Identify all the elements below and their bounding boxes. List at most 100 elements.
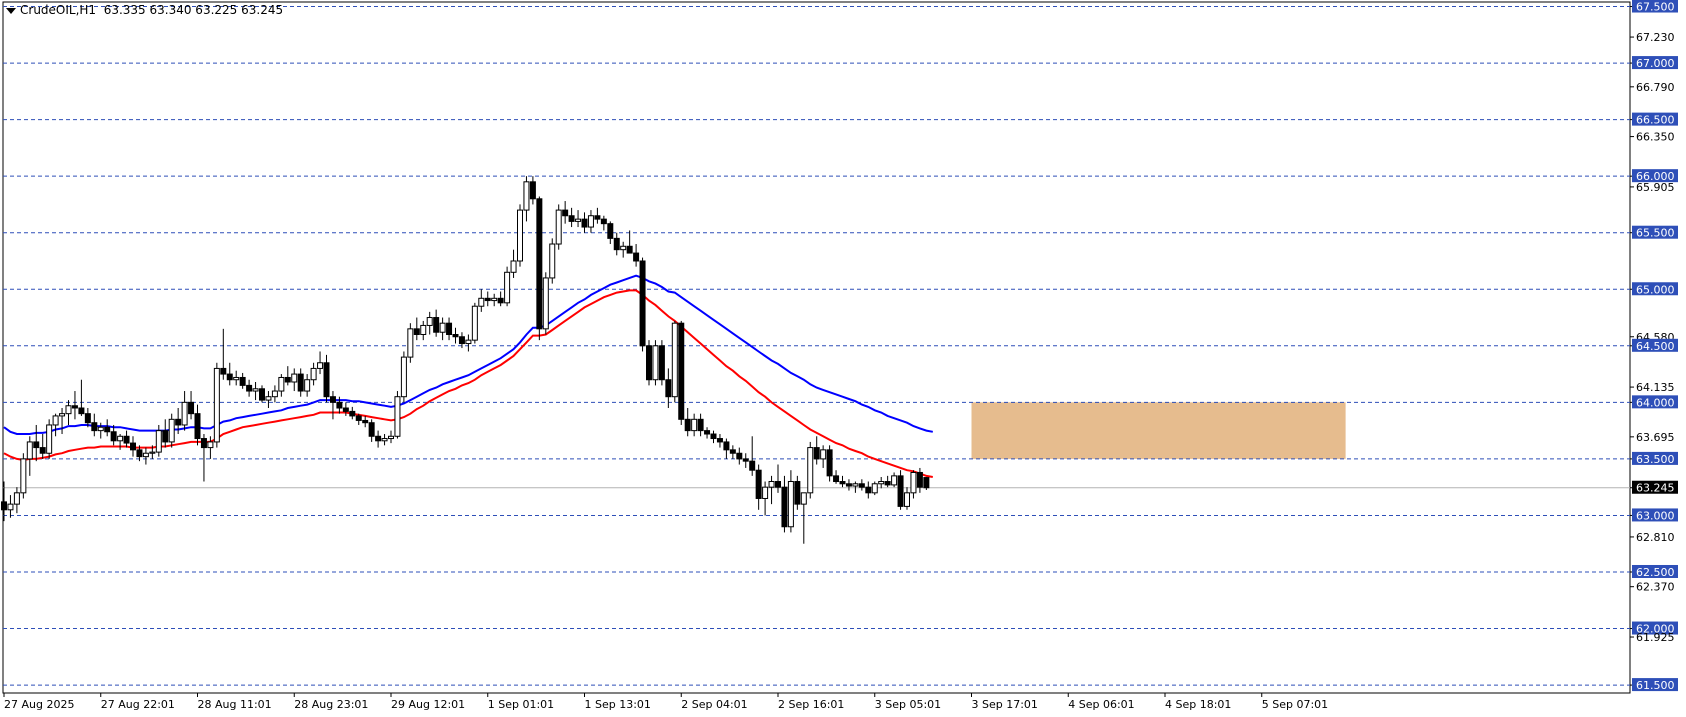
y-tick-label: 66.350: [1636, 131, 1675, 144]
candle-body: [904, 492, 910, 507]
dropdown-triangle-icon[interactable]: [6, 7, 16, 14]
candle-body: [65, 405, 72, 415]
candle-body: [388, 435, 394, 440]
candle-body: [149, 451, 156, 454]
candle-body: [710, 433, 717, 440]
candle-body: [381, 438, 388, 442]
candle-body: [188, 401, 195, 415]
candle-body: [852, 483, 859, 487]
candle-body: [458, 336, 465, 345]
candle-body: [600, 218, 607, 225]
candle-body: [794, 481, 801, 505]
candle-body: [607, 223, 614, 239]
price-zone-rect: [971, 402, 1346, 459]
candle-body: [768, 481, 775, 488]
candle-body: [471, 305, 478, 341]
x-tick-label: 4 Sep 18:01: [1165, 698, 1231, 711]
candle-body: [213, 367, 220, 443]
candle-body: [845, 483, 852, 487]
candle-body: [620, 245, 627, 251]
candle-body: [536, 198, 543, 330]
candle-body: [865, 486, 872, 494]
candle-body: [407, 328, 414, 358]
candle-body: [575, 218, 582, 222]
price-chart-svg: 67.50067.23067.00066.79066.50066.35066.0…: [1, 0, 1678, 711]
ohlc-values: 63.335 63.340 63.225 63.245: [103, 3, 284, 17]
candle-body: [736, 452, 743, 460]
x-tick-label: 4 Sep 06:01: [1068, 698, 1134, 711]
candle-body: [542, 277, 549, 330]
y-tick-label: 62.810: [1636, 531, 1675, 544]
candle-body: [394, 396, 401, 437]
candle-body: [484, 297, 491, 302]
candle-body: [497, 297, 504, 304]
candle-body: [652, 345, 659, 381]
x-tick-label: 2 Sep 16:01: [778, 698, 844, 711]
candle-body: [278, 376, 285, 392]
candle-body: [304, 379, 311, 392]
x-tick-label: 29 Aug 12:01: [391, 698, 465, 711]
level-price-label: 61.500: [1636, 679, 1675, 692]
candle-body: [549, 243, 556, 279]
candle-body: [678, 322, 685, 420]
x-tick-label: 5 Sep 07:01: [1262, 698, 1328, 711]
candle-body: [400, 356, 407, 398]
candle-body: [891, 475, 898, 486]
candle-body: [39, 447, 46, 454]
candle-body: [658, 345, 665, 381]
candle-body: [155, 430, 162, 453]
candle-body: [884, 481, 891, 486]
candle-body: [439, 322, 446, 333]
candle-body: [800, 492, 807, 505]
x-tick-label: 27 Aug 22:01: [101, 698, 175, 711]
candle-body: [33, 441, 40, 449]
y-tick-label: 67.230: [1636, 31, 1675, 44]
candle-body: [517, 209, 523, 262]
candle-body: [665, 379, 672, 398]
candle-body: [529, 181, 536, 200]
candle-body: [323, 362, 330, 398]
level-price-label: 63.000: [1636, 509, 1675, 522]
candle-body: [452, 333, 459, 338]
candle-body: [175, 418, 182, 426]
candle-body: [594, 215, 601, 220]
x-tick-label: 3 Sep 05:01: [875, 698, 941, 711]
x-tick-label: 28 Aug 11:01: [198, 698, 272, 711]
candle-body: [839, 481, 846, 485]
candle-body: [349, 410, 356, 417]
candle-body: [239, 376, 246, 386]
candle-body: [362, 419, 369, 424]
candle-body: [426, 317, 433, 326]
candle-body: [1, 501, 7, 511]
candle-body: [355, 415, 362, 421]
candle-body: [755, 469, 762, 499]
candle-body: [762, 486, 769, 499]
candle-body: [123, 435, 130, 444]
candle-body: [375, 435, 382, 442]
candle-body: [684, 418, 691, 432]
candle-body: [329, 396, 336, 403]
y-tick-label: 63.695: [1636, 431, 1675, 444]
x-tick-label: 1 Sep 13:01: [585, 698, 651, 711]
candle-body: [233, 376, 240, 381]
chart-area: CrudeOIL,H1 63.335 63.340 63.225 63.245 …: [0, 0, 1686, 713]
candle-body: [117, 435, 124, 442]
candle-body: [826, 449, 833, 477]
moving-average-line-1: [3, 274, 933, 435]
candle-body: [168, 418, 175, 443]
candle-body: [691, 418, 698, 432]
candle-body: [923, 477, 930, 489]
candle-body: [897, 475, 904, 507]
candle-body: [252, 388, 259, 392]
y-tick-label: 66.790: [1636, 81, 1675, 94]
y-tick-label: 61.925: [1636, 631, 1675, 644]
candle-body: [491, 297, 498, 302]
level-price-label: 67.500: [1636, 1, 1675, 14]
level-price-label: 62.500: [1636, 566, 1675, 579]
candle-body: [633, 252, 640, 262]
candle-body: [420, 324, 427, 335]
candle-body: [265, 396, 272, 401]
candle-body: [97, 426, 104, 432]
moving-average-line-2: [3, 289, 933, 478]
candle-body: [413, 328, 420, 335]
